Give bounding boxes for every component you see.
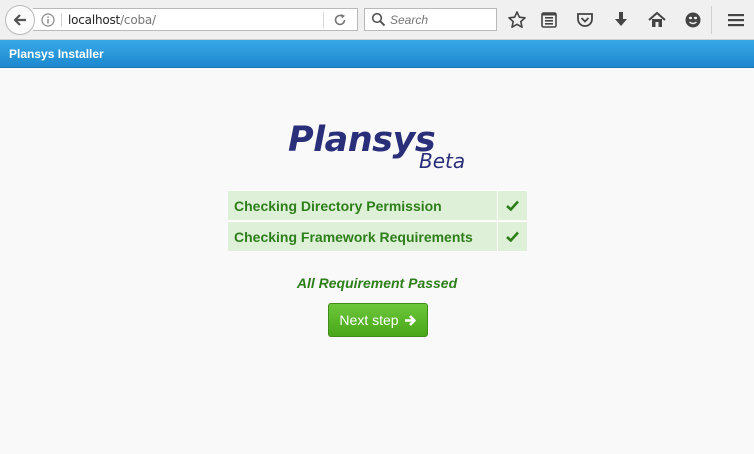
app-title: Plansys Installer [9,47,104,61]
next-step-label: Next step [339,312,399,328]
check-icon [506,200,519,211]
bookmark-star-icon[interactable] [507,10,527,30]
check-status-directory [498,190,527,220]
toolbar-separator [711,6,712,34]
result-message: All Requirement Passed [296,275,458,291]
app-header: Plansys Installer [0,40,754,68]
search-placeholder: Search [390,13,429,27]
emoji-icon[interactable] [683,10,703,30]
reload-icon[interactable] [333,13,347,27]
url-separator [61,13,62,27]
requirements-table: Checking Directory Permission Checking F… [228,190,527,252]
url-host: localhost [68,13,121,27]
check-label-framework: Checking Framework Requirements [228,221,498,251]
pocket-icon[interactable] [575,10,595,30]
back-icon [13,14,26,26]
reader-list-icon[interactable] [539,10,559,30]
check-status-framework [498,221,527,251]
info-icon[interactable] [41,13,55,27]
arrow-right-icon [404,314,416,326]
download-icon[interactable] [611,10,631,30]
logo-beta-badge: Beta [419,149,466,173]
url-text[interactable]: localhost/coba/ [68,13,156,27]
search-icon [371,12,386,27]
home-icon[interactable] [647,10,667,30]
url-bar[interactable]: localhost/coba/ [33,8,358,31]
check-label-directory: Checking Directory Permission [228,190,498,220]
back-button[interactable] [5,5,35,35]
logo-text: Plansys [288,120,436,160]
next-step-button[interactable]: Next step [328,303,428,337]
search-bar[interactable]: Search [364,8,497,31]
url-path: /coba/ [120,13,156,27]
hamburger-menu-icon[interactable] [726,10,746,30]
reload-separator [323,12,324,28]
check-row-framework: Checking Framework Requirements [228,221,527,252]
check-icon [506,231,519,242]
check-row-directory: Checking Directory Permission [228,190,527,221]
browser-toolbar: localhost/coba/ Search [0,0,754,40]
